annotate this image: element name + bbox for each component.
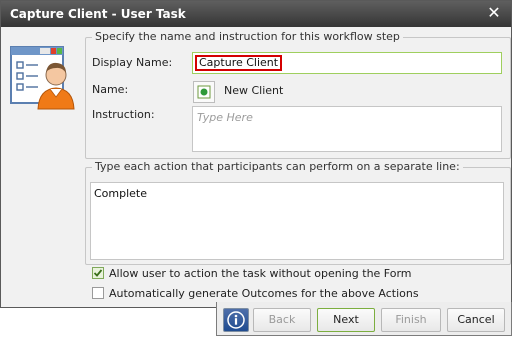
title-bar: Capture Client - User Task ✕ bbox=[1, 1, 511, 27]
display-name-field[interactable]: Capture Client bbox=[192, 52, 502, 74]
actions-legend: Type each action that participants can p… bbox=[92, 160, 463, 173]
allow-without-form-checkbox[interactable] bbox=[92, 267, 104, 279]
user-task-icon bbox=[10, 46, 75, 110]
back-button[interactable]: Back bbox=[253, 308, 311, 332]
actions-group: Type each action that participants can p… bbox=[85, 160, 511, 265]
cancel-button[interactable]: Cancel bbox=[447, 308, 505, 332]
display-name-value: Capture Client bbox=[195, 55, 283, 71]
wizard-button-bar: Back Next Finish Cancel bbox=[216, 302, 512, 336]
info-icon[interactable] bbox=[223, 308, 249, 332]
instruction-placeholder: Type Here bbox=[197, 111, 253, 124]
instruction-field[interactable]: Type Here bbox=[192, 106, 502, 152]
auto-generate-outcomes-label: Automatically generate Outcomes for the … bbox=[109, 287, 419, 300]
next-button[interactable]: Next bbox=[317, 308, 375, 332]
dialog-title: Capture Client - User Task bbox=[10, 7, 186, 21]
display-name-label: Display Name: bbox=[92, 56, 173, 69]
finish-button[interactable]: Finish bbox=[381, 308, 441, 332]
auto-generate-outcomes-checkbox[interactable] bbox=[92, 287, 104, 299]
allow-without-form-label: Allow user to action the task without op… bbox=[109, 267, 412, 280]
name-label: Name: bbox=[92, 83, 129, 96]
actions-textarea[interactable]: Complete bbox=[90, 182, 504, 260]
workflow-step-icon[interactable] bbox=[193, 81, 215, 103]
step-details-group: Specify the name and instruction for thi… bbox=[85, 30, 511, 159]
name-value: New Client bbox=[224, 84, 284, 97]
step-details-legend: Specify the name and instruction for thi… bbox=[92, 30, 403, 43]
close-icon[interactable]: ✕ bbox=[483, 2, 505, 24]
user-task-dialog: Capture Client - User Task ✕ Specify the… bbox=[0, 0, 512, 308]
instruction-label: Instruction: bbox=[92, 108, 155, 121]
actions-value: Complete bbox=[94, 187, 148, 200]
